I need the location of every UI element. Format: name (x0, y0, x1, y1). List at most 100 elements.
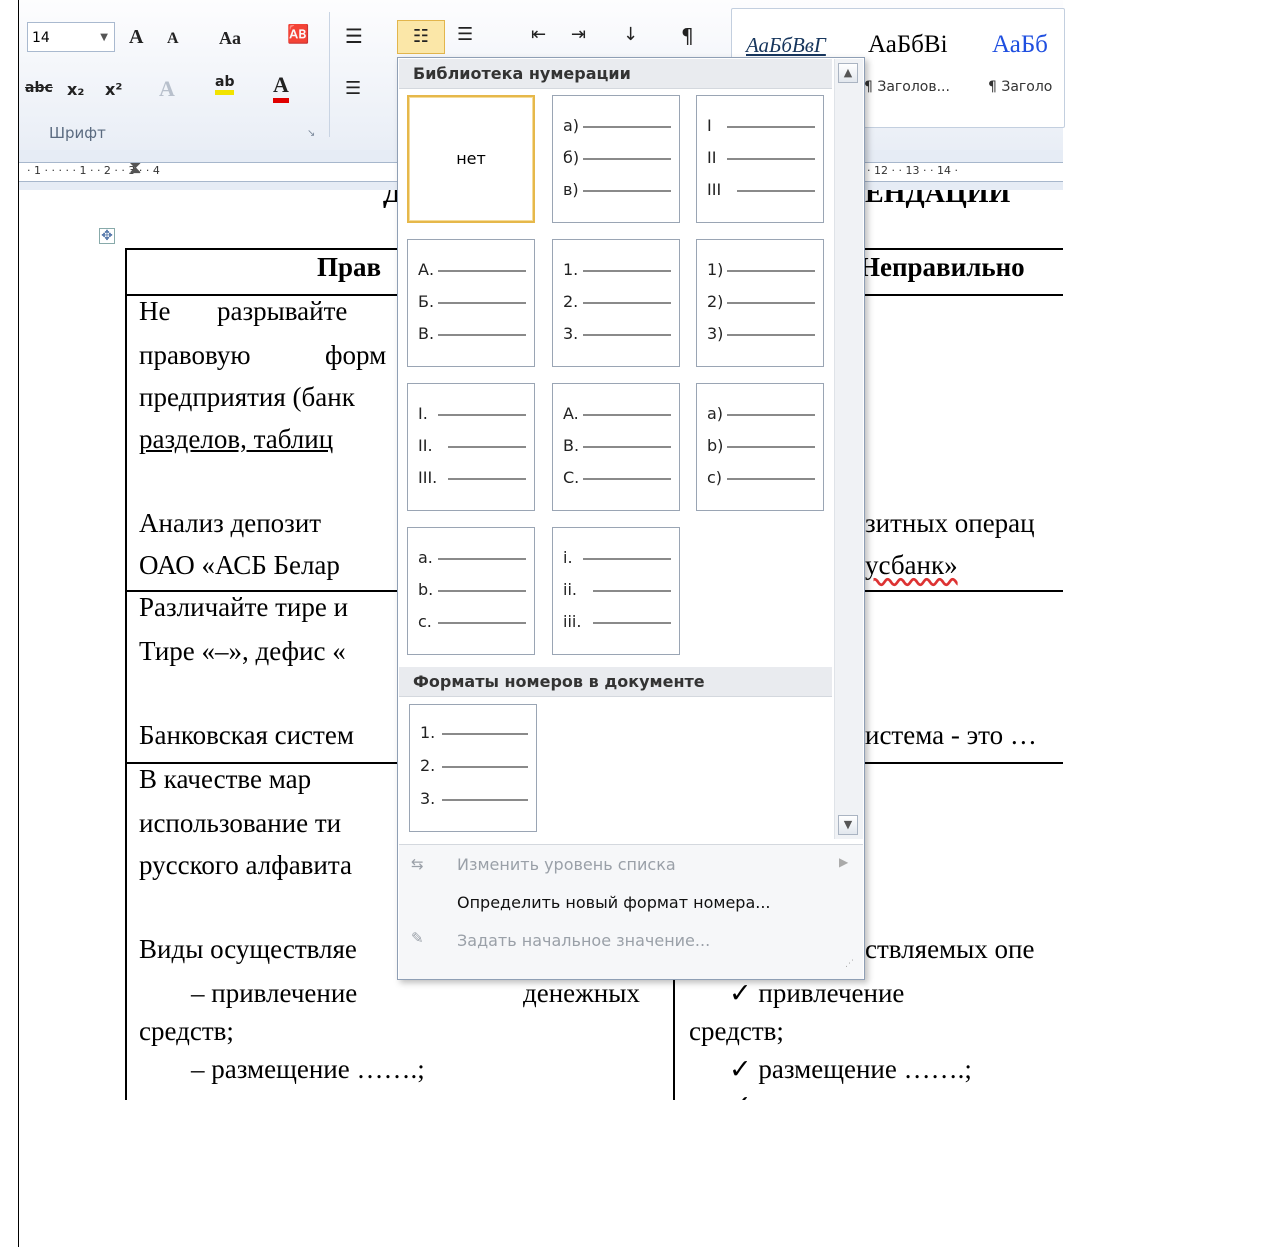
tile-label: b) (707, 436, 724, 455)
col-right-header: Неправильно (859, 252, 1025, 282)
superscript-icon[interactable]: x² (105, 80, 122, 99)
table-move-handle-icon[interactable]: ✥ (99, 228, 115, 244)
increase-indent-icon[interactable]: ⇥ (571, 24, 586, 45)
tile-label: А. (418, 260, 435, 279)
cell-text: средств; (689, 1016, 784, 1046)
dialog-launcher-icon[interactable]: ↘ (307, 128, 315, 139)
tile-label: Б. (418, 292, 435, 311)
font-color-icon[interactable]: A (273, 72, 289, 103)
tile-label: 1) (707, 260, 724, 279)
set-value-icon: ✎ (411, 929, 424, 947)
decrease-indent-icon[interactable]: ⇤ (531, 24, 546, 45)
chevron-down-icon[interactable]: ▼ (100, 23, 108, 53)
multilevel-list-icon[interactable]: ☰ (457, 24, 473, 45)
tile-label: B. (563, 436, 580, 455)
numbering-format-tile[interactable]: а) б) в) (552, 95, 680, 223)
shrink-font-icon[interactable]: A (167, 30, 179, 48)
change-case-icon[interactable]: Aa (219, 28, 241, 49)
cell-text: предприятия (банк (139, 382, 355, 412)
set-start-value-item[interactable]: Задать начальное значение... (457, 931, 710, 950)
numbering-format-tile[interactable]: a. b. c. (407, 527, 535, 655)
submenu-arrow-icon: ▶ (839, 855, 849, 869)
tile-label: 2. (563, 292, 579, 311)
numbering-none-tile[interactable]: нет (407, 95, 535, 223)
tile-line (727, 414, 815, 416)
dropdown-scrollbar[interactable]: ▲ ▼ (834, 59, 863, 839)
cell-text: разделов, таблиц (139, 424, 334, 454)
numbering-format-tile[interactable]: А. Б. В. (407, 239, 535, 367)
numbering-format-tile[interactable]: 1) 2) 3) (696, 239, 824, 367)
doc-formats-header: Форматы номеров в документе (399, 667, 832, 697)
numbering-format-tile[interactable]: I. II. III. (407, 383, 535, 511)
tile-label: a) (707, 404, 724, 423)
cell-text: использование ти (139, 808, 342, 838)
tile-label: III. (418, 468, 438, 487)
cell-text: средств; (139, 1016, 234, 1046)
tile-label: 1. (563, 260, 579, 279)
cell-text: – привлечение (191, 978, 358, 1008)
doc-format-tile[interactable]: 1. 2. 3. (409, 704, 537, 832)
cell-text: форм (325, 340, 387, 370)
cell-text: зитных операц (865, 508, 1035, 538)
cell-text: разрывайте (217, 296, 348, 326)
numbering-format-tile[interactable]: A. B. C. (552, 383, 680, 511)
tile-line (593, 590, 671, 592)
tile-label: II. (418, 436, 433, 455)
resize-grip-icon[interactable]: ⋰ (845, 959, 854, 969)
grow-font-icon[interactable]: A (129, 26, 143, 49)
bullets-icon[interactable]: ☰ (345, 24, 363, 48)
tile-line (583, 446, 671, 448)
tile-line (442, 733, 528, 735)
cell-text: – размещение …….; (191, 1054, 425, 1084)
style-emphasis[interactable]: АаБбВвГ (746, 33, 826, 58)
col-left-header: Прав (317, 252, 382, 282)
cell-text: В качестве мар (139, 764, 312, 794)
tile-line (583, 558, 671, 560)
numbering-icon[interactable]: ☷ (397, 20, 445, 54)
cell-text: денежных (523, 978, 640, 1008)
numbering-format-tile[interactable]: a) b) c) (696, 383, 824, 511)
indent-marker-icon[interactable]: ⧗ (129, 163, 142, 178)
tile-line (727, 478, 815, 480)
highlight-icon[interactable]: ab (215, 74, 235, 95)
cell-text: усбанк» (865, 550, 958, 580)
numbering-format-tile[interactable]: I II III (696, 95, 824, 223)
cell-text: ✓ размещение …….; (729, 1054, 972, 1084)
subscript-icon[interactable]: x₂ (67, 80, 84, 99)
numbering-format-tile[interactable]: i. ii. iii. (552, 527, 680, 655)
style-heading1-sample[interactable]: АаБбВі (868, 31, 948, 59)
cell-text: Различайте тире и (139, 592, 349, 622)
font-size-value: 14 (32, 30, 50, 46)
tile-label: 2. (420, 756, 436, 775)
tile-line (448, 478, 526, 480)
text-effects-icon[interactable]: A (159, 76, 175, 102)
strikethrough-icon[interactable]: abc (25, 80, 53, 96)
cell-text: русского алфавита (139, 850, 352, 880)
pilcrow-icon[interactable]: ¶ (681, 24, 694, 48)
font-size-field[interactable]: 14 ▼ (27, 22, 115, 52)
tile-line (438, 270, 526, 272)
cell-text: Виды осуществляе (139, 934, 357, 964)
tile-line (438, 622, 526, 624)
tile-label: I. (418, 404, 428, 423)
sort-icon[interactable]: ↓ (623, 24, 638, 45)
style-heading2-sample[interactable]: АаБб (992, 31, 1048, 59)
dropdown-footer: ⇆ Изменить уровень списка ▶ Определить н… (399, 844, 863, 979)
numbering-format-tile[interactable]: 1. 2. 3. (552, 239, 680, 367)
tile-line (438, 414, 526, 416)
change-list-level-item[interactable]: Изменить уровень списка (457, 855, 676, 874)
align-left-icon[interactable]: ☰ (345, 78, 361, 99)
tile-label: A. (563, 404, 579, 423)
tile-label: b. (418, 580, 434, 599)
tile-label: б) (563, 148, 580, 167)
tile-label: В. (418, 324, 435, 343)
scroll-up-icon[interactable]: ▲ (838, 63, 858, 83)
tile-label: 2) (707, 292, 724, 311)
tile-line (583, 334, 671, 336)
tile-line (583, 302, 671, 304)
tile-line (583, 478, 671, 480)
define-new-format-item[interactable]: Определить новый формат номера... (457, 893, 771, 912)
clear-format-icon[interactable]: 🆎 (287, 24, 309, 45)
tile-line (737, 190, 815, 192)
scroll-down-icon[interactable]: ▼ (838, 815, 858, 835)
